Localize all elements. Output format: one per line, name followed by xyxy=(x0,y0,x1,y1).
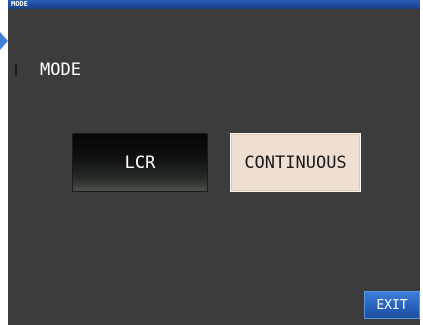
lcr-mode-button[interactable]: LCR xyxy=(72,133,208,192)
mode-screen: MODE MODE LCR CONTINUOUS EXIT xyxy=(8,0,420,325)
side-pointer-triangle-icon xyxy=(0,32,8,50)
window-title: MODE xyxy=(11,0,28,8)
continuous-mode-button[interactable]: CONTINUOUS xyxy=(230,133,361,192)
lcr-mode-label: LCR xyxy=(124,152,156,173)
title-bar: MODE xyxy=(8,0,420,9)
continuous-mode-label: CONTINUOUS xyxy=(244,152,347,173)
edge-tick-mark xyxy=(15,64,17,76)
exit-label: EXIT xyxy=(376,297,408,313)
page-title: MODE xyxy=(40,60,81,80)
exit-button[interactable]: EXIT xyxy=(364,291,420,319)
